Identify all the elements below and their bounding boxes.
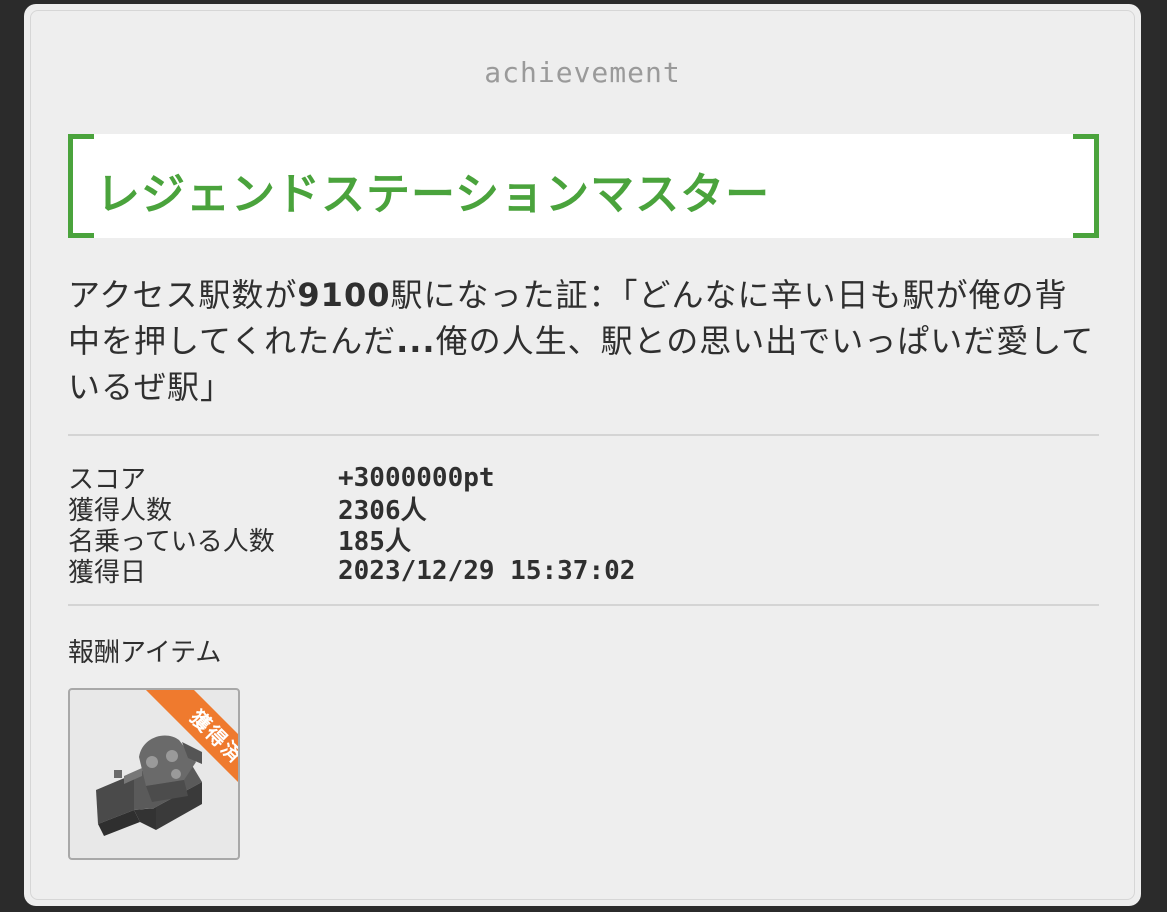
reward-title: 報酬アイテム [68,638,222,668]
left-bracket [68,134,94,238]
stat-value: 2023/12/29 15:37:02 [338,555,636,586]
stat-value: 185人 [338,527,411,557]
achievement-name-banner: レジェンドステーションマスター [68,134,1099,238]
header-title: achievement [484,56,681,89]
achievement-description: アクセス駅数が9100駅になった証：「どんなに辛い日も駅が俺の背中を押してくれた… [68,272,1098,410]
stat-label: 獲得日 [68,558,147,588]
reward-item-card[interactable]: 獲得済 [68,688,240,860]
stats-list: スコア +3000000pt 獲得人数 2306人 名乗っている人数 185人 … [68,462,968,589]
right-bracket [1073,134,1099,238]
description-prefix: アクセス駅数が [68,276,298,314]
stat-row-score: スコア +3000000pt [68,462,968,496]
achievement-name: レジェンドステーションマスター [96,169,771,220]
stat-row-titled-count: 名乗っている人数 185人 [68,524,968,557]
description-number: 9100 [297,276,391,314]
stat-row-acquired-count: 獲得人数 2306人 [68,493,968,526]
stat-value: +3000000pt [338,462,495,493]
stat-row-acquired-date: 獲得日 2023/12/29 15:37:02 [68,555,968,589]
description-ellipsis: ... [396,322,436,360]
divider-bottom [68,604,1099,606]
achievement-panel: achievement レジェンドステーションマスター アクセス駅数が9100駅… [24,4,1141,906]
divider-top [68,434,1099,436]
